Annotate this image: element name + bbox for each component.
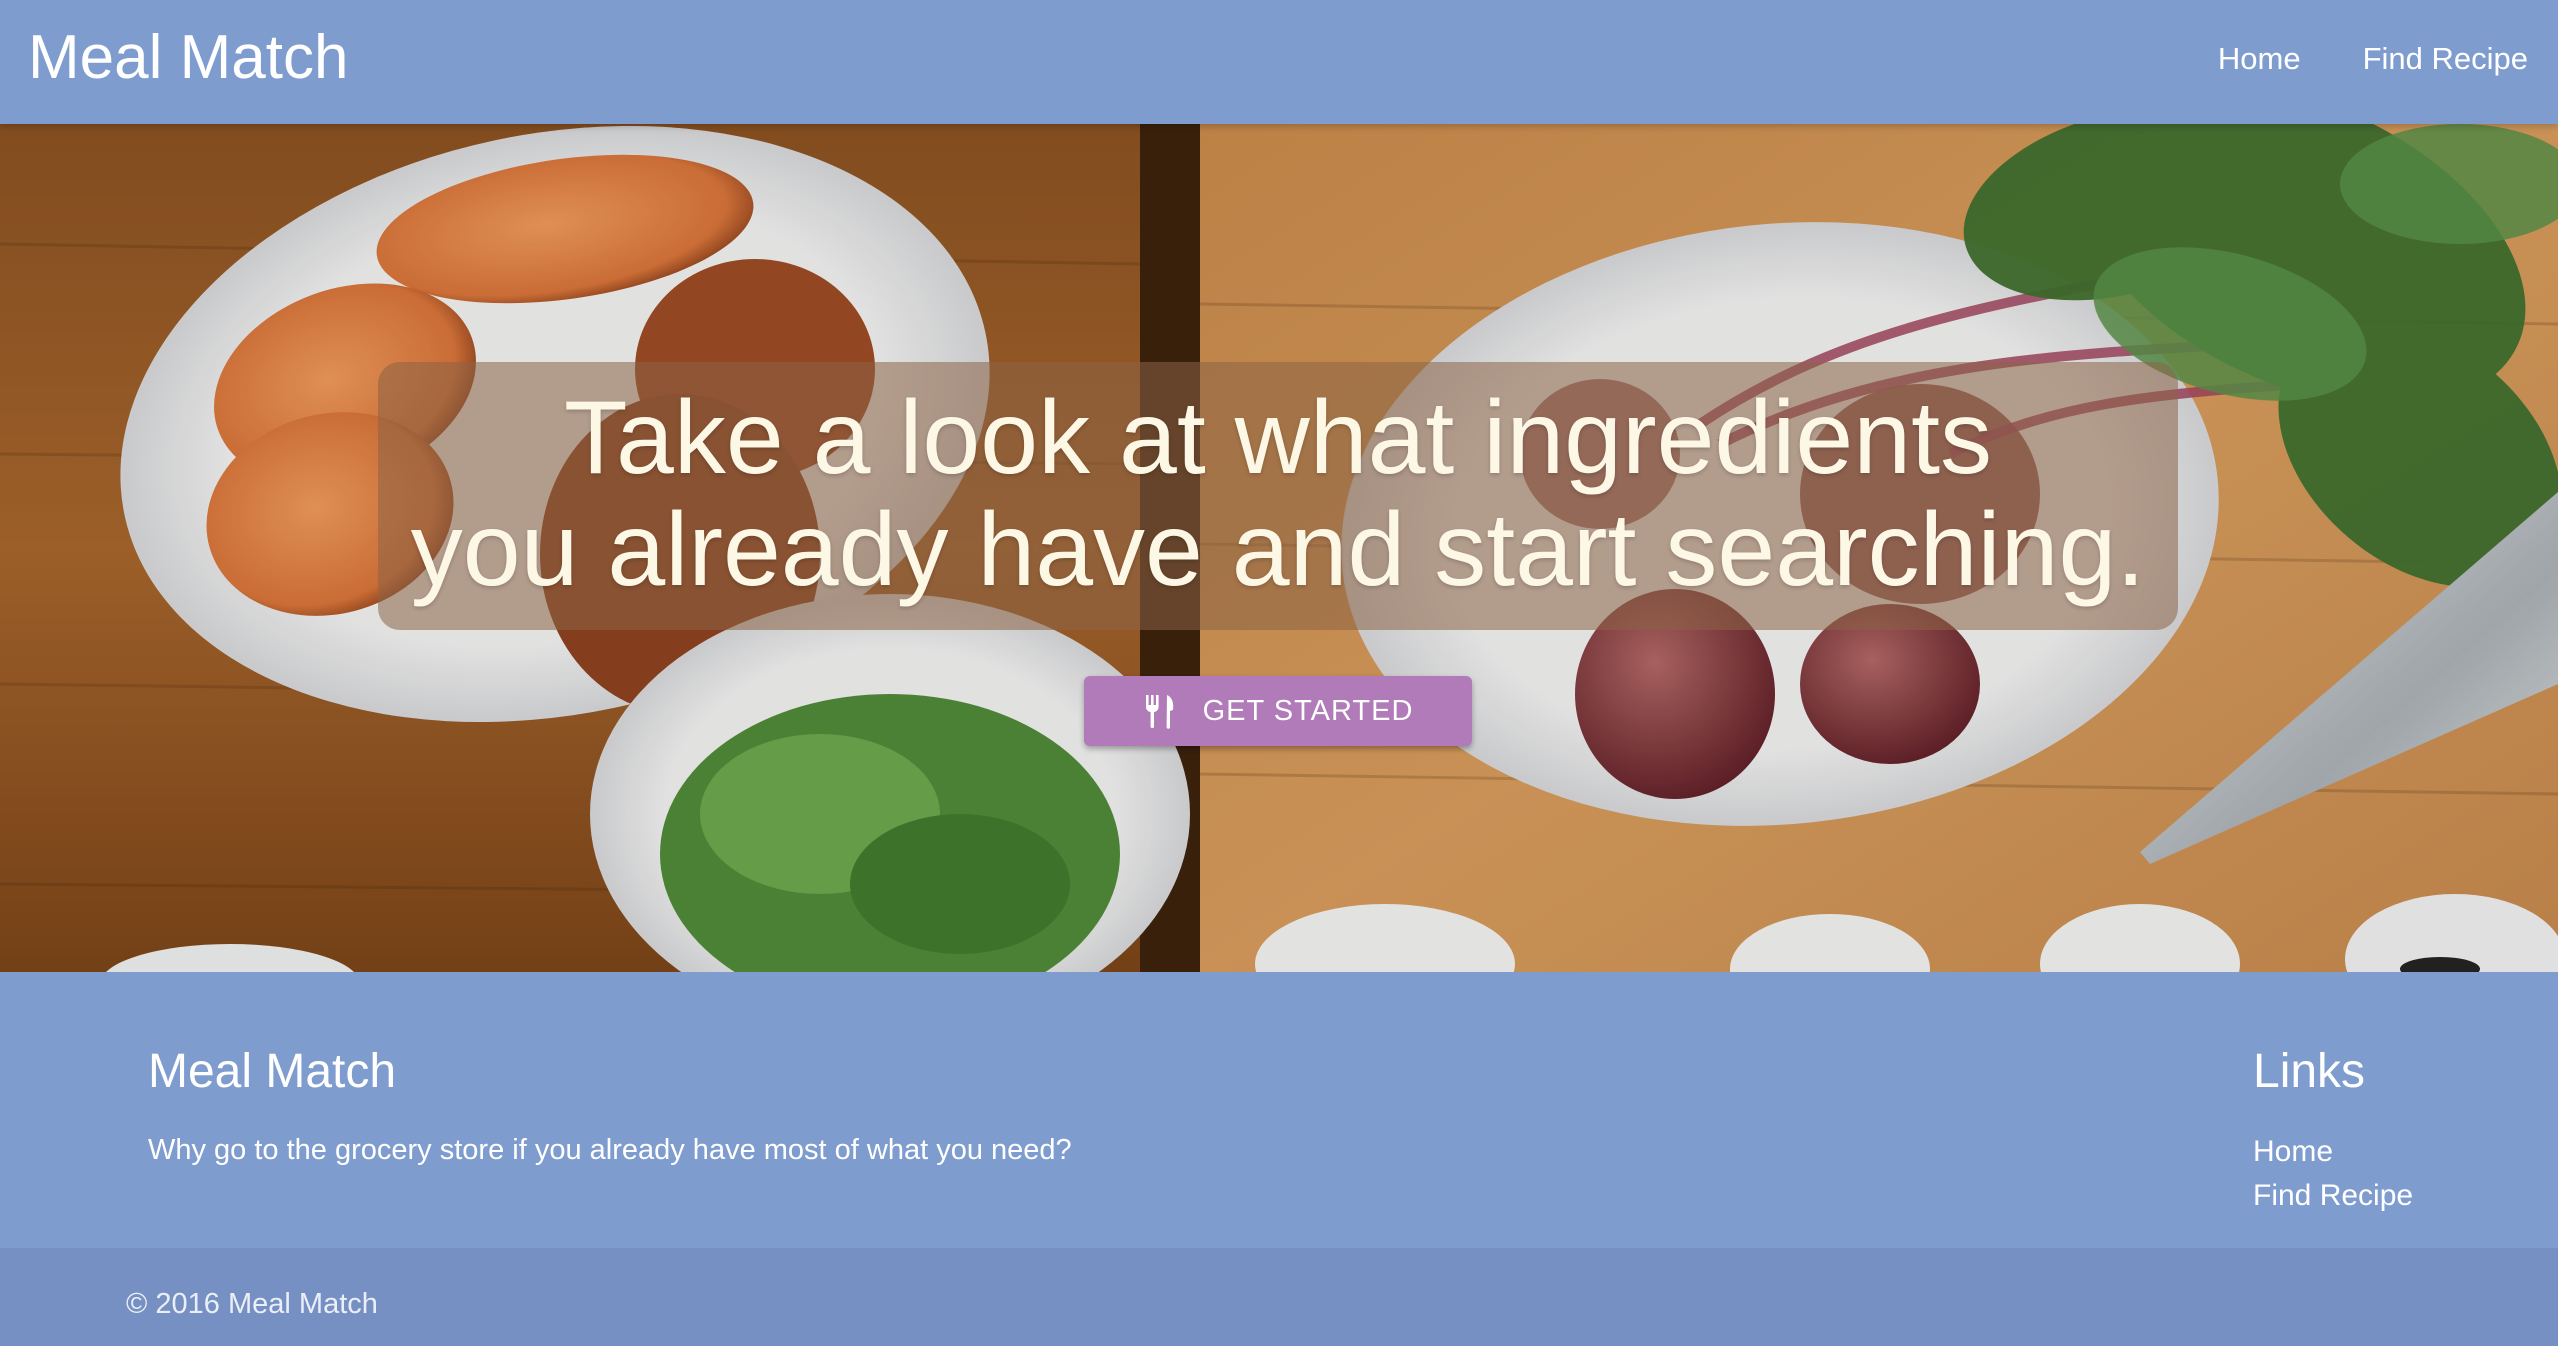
footer-tagline: Why go to the grocery store if you alrea… [148,1134,1072,1166]
top-navbar: Meal Match Home Find Recipe [0,0,2558,124]
page-footer: Meal Match Why go to the grocery store i… [0,972,2558,1248]
nav-link-find-recipe[interactable]: Find Recipe [2317,34,2544,84]
footer-title: Meal Match [148,1045,397,1098]
footer-links-list: Home Find Recipe [2253,1130,2413,1218]
hero-banner: Take a look at what ingredients you alre… [0,124,2558,972]
get-started-label: GET STARTED [1202,694,1414,727]
brand-logo-link[interactable]: Meal Match [28,22,348,94]
hero-caption-box: Take a look at what ingredients you alre… [378,362,2178,630]
nav-links: Home Find Recipe [2172,34,2544,84]
copyright-text: © 2016 Meal Match [126,1288,378,1320]
footer-link-home[interactable]: Home [2253,1135,2333,1168]
hero-caption-line-1: Take a look at what ingredients [564,380,1992,496]
footer-links-heading: Links [2253,1045,2366,1098]
copyright-bar: © 2016 Meal Match [0,1248,2558,1346]
get-started-button[interactable]: GET STARTED [1084,676,1472,746]
hero-caption-line-2: you already have and start searching. [410,492,2146,608]
fork-knife-icon [1145,695,1173,729]
footer-link-find-recipe[interactable]: Find Recipe [2253,1179,2413,1212]
nav-link-home[interactable]: Home [2172,34,2317,84]
